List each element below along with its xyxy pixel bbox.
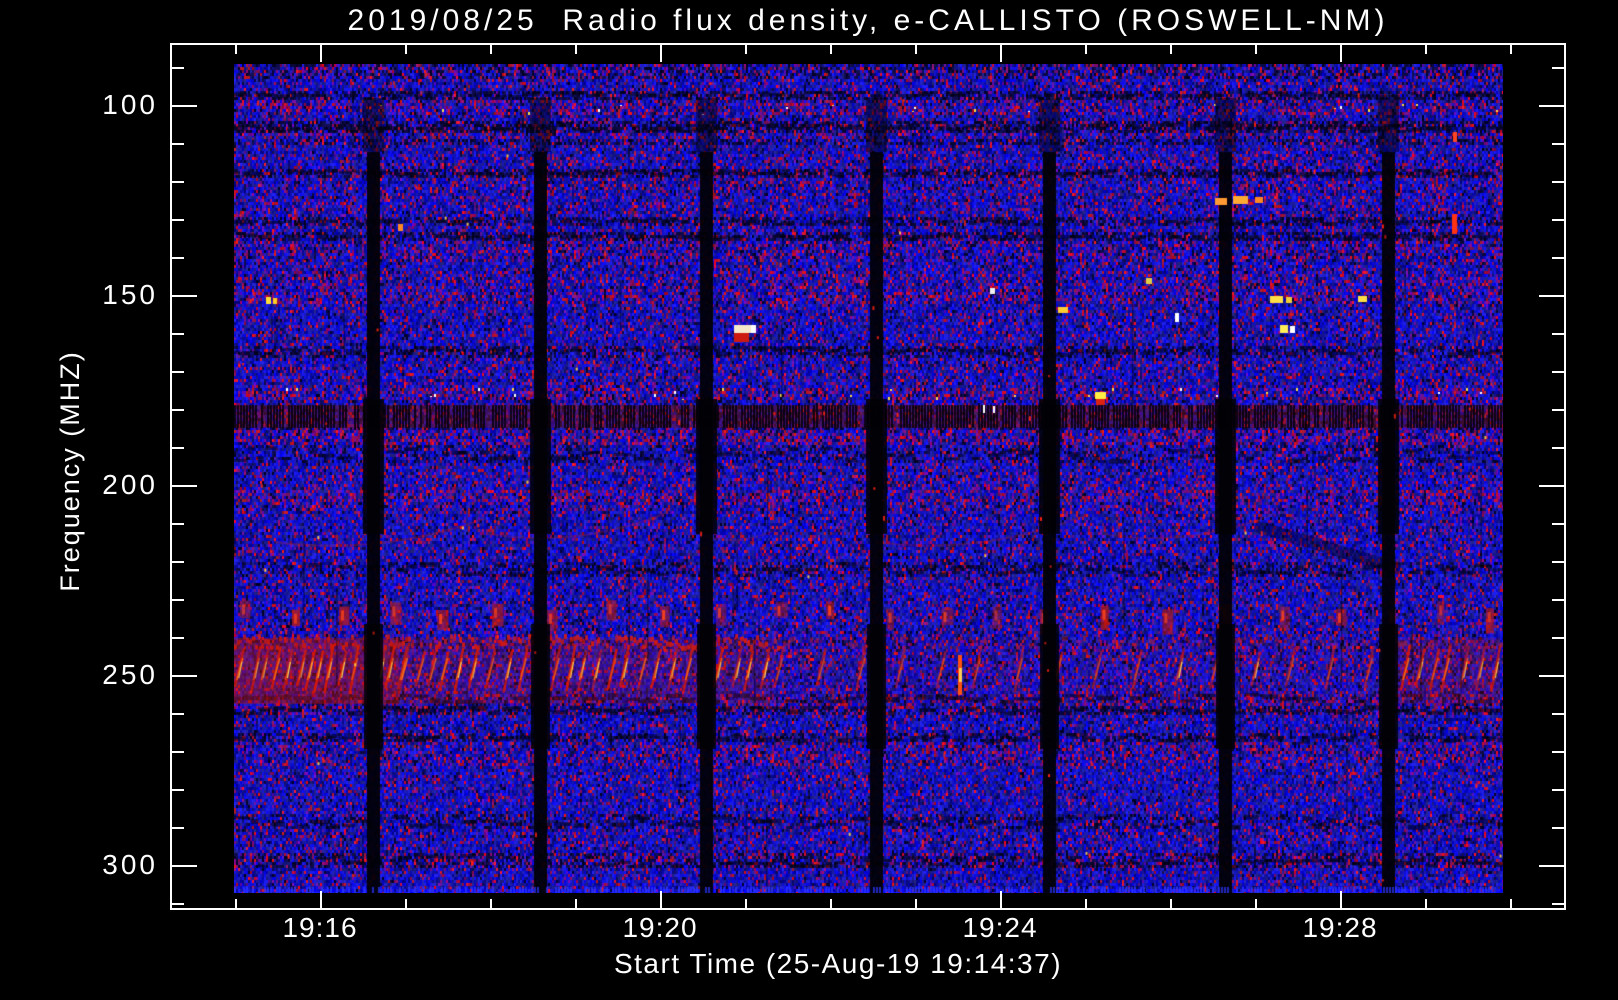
axis-tick: [172, 523, 184, 525]
axis-tick: [172, 903, 184, 905]
axis-tick: [172, 637, 184, 639]
axis-tick: [405, 899, 407, 908]
x-tick-label: 19:16: [282, 912, 358, 943]
axis-tick: [490, 899, 492, 908]
axis-tick: [1539, 105, 1564, 107]
axis-tick: [660, 45, 662, 62]
axis-tick: [1085, 45, 1087, 54]
chart-title: 2019/08/25 Radio flux density, e-CALLIST…: [347, 4, 1389, 37]
axis-tick: [172, 257, 184, 259]
axis-tick: [1552, 599, 1564, 601]
axis-tick: [172, 789, 184, 791]
axis-tick: [1552, 713, 1564, 715]
axis-tick: [172, 181, 184, 183]
axis-tick: [172, 561, 184, 563]
axis-tick: [830, 45, 832, 54]
axis-tick: [1552, 903, 1564, 905]
axis-tick: [172, 599, 184, 601]
axis-tick: [172, 105, 197, 107]
axis-tick: [172, 371, 184, 373]
axis-tick: [320, 891, 322, 908]
spectrogram-window: 2019/08/25 Radio flux density, e-CALLIST…: [0, 0, 1618, 1000]
axis-tick: [660, 891, 662, 908]
axis-tick: [1255, 899, 1257, 908]
axis-tick: [1539, 675, 1564, 677]
axis-tick: [1552, 219, 1564, 221]
axis-tick: [172, 713, 184, 715]
axis-tick: [1085, 899, 1087, 908]
plot-frame: [170, 43, 1566, 910]
axis-tick: [172, 485, 197, 487]
axis-tick: [172, 447, 184, 449]
axis-tick: [1552, 827, 1564, 829]
axis-tick: [1539, 865, 1564, 867]
axis-tick: [1340, 891, 1342, 908]
y-tick-label: 300: [102, 849, 158, 880]
axis-tick: [1425, 45, 1427, 54]
axis-tick: [1425, 899, 1427, 908]
y-axis-title: Frequency (MHZ): [55, 350, 85, 592]
axis-tick: [830, 899, 832, 908]
axis-tick: [1552, 447, 1564, 449]
axis-tick: [1552, 637, 1564, 639]
axis-tick: [1340, 45, 1342, 62]
axis-tick: [1510, 899, 1512, 908]
axis-tick: [172, 827, 184, 829]
axis-tick: [1170, 899, 1172, 908]
axis-tick: [1552, 143, 1564, 145]
y-tick-label: 100: [102, 89, 158, 120]
axis-tick: [172, 219, 184, 221]
axis-tick: [1552, 333, 1564, 335]
axis-tick: [405, 45, 407, 54]
axis-tick: [172, 751, 184, 753]
axis-tick: [320, 45, 322, 62]
axis-tick: [172, 409, 184, 411]
axis-tick: [172, 295, 197, 297]
axis-tick: [172, 333, 184, 335]
axis-tick: [1552, 181, 1564, 183]
axis-tick: [915, 899, 917, 908]
axis-tick: [172, 675, 197, 677]
axis-tick: [1539, 295, 1564, 297]
x-tick-label: 19:28: [1302, 912, 1378, 943]
axis-tick: [1000, 891, 1002, 908]
axis-tick: [915, 45, 917, 54]
axis-tick: [1552, 561, 1564, 563]
axis-tick: [745, 45, 747, 54]
axis-tick: [1552, 789, 1564, 791]
x-axis-title: Start Time (25-Aug-19 19:14:37): [613, 948, 1063, 979]
axis-tick: [1000, 45, 1002, 62]
x-tick-label: 19:24: [962, 912, 1038, 943]
axis-tick: [1552, 409, 1564, 411]
axis-tick: [1552, 257, 1564, 259]
axis-tick: [172, 865, 197, 867]
axis-tick: [1552, 371, 1564, 373]
axis-tick: [1170, 45, 1172, 54]
axis-tick: [235, 899, 237, 908]
axis-tick: [575, 45, 577, 54]
axis-tick: [1539, 485, 1564, 487]
axis-tick: [1552, 67, 1564, 69]
axis-tick: [1255, 45, 1257, 54]
axis-tick: [235, 45, 237, 54]
axis-tick: [490, 45, 492, 54]
axis-tick: [575, 899, 577, 908]
axis-tick: [1552, 751, 1564, 753]
axis-tick: [745, 899, 747, 908]
axis-tick: [172, 67, 184, 69]
axis-tick: [1552, 523, 1564, 525]
axis-tick: [172, 143, 184, 145]
axis-tick: [1510, 45, 1512, 54]
x-tick-label: 19:20: [622, 912, 698, 943]
